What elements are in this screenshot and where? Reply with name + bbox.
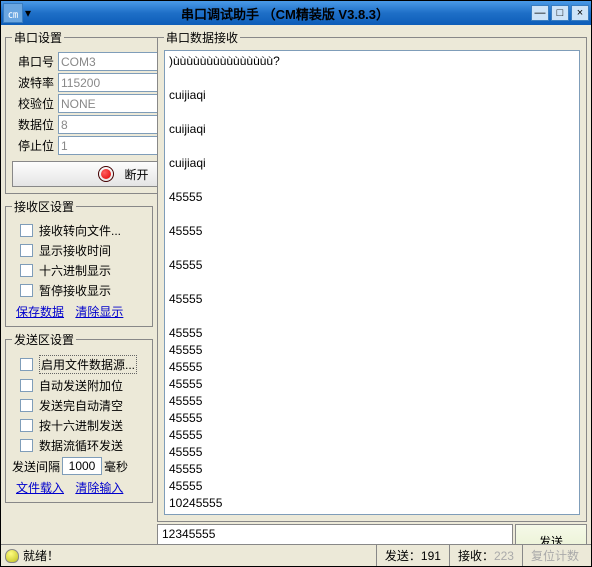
status-ready: 就绪！ bbox=[23, 547, 59, 564]
recv-opt4: 暂停接收显示 bbox=[39, 282, 111, 299]
interval-unit: 毫秒 bbox=[104, 458, 128, 475]
recv-line: 45555 bbox=[169, 342, 575, 359]
baud-label: 波特率 bbox=[12, 74, 54, 91]
recv-line bbox=[169, 274, 575, 291]
hex-display-checkbox[interactable] bbox=[20, 264, 33, 277]
app-icon[interactable]: ㎝ bbox=[3, 3, 23, 23]
minimize-button[interactable]: — bbox=[531, 5, 549, 21]
parity-label: 校验位 bbox=[12, 95, 54, 112]
clear-input-link[interactable]: 清除输入 bbox=[75, 481, 123, 495]
client-area: 串口设置 串口号 ▼ 波特率 ▼ 校验位 ▼ 数据位 ▼ bbox=[1, 25, 591, 544]
recv-textarea[interactable]: )ùùùùùùùùùùùùùùù? cuijiaqi cuijiaqi cuij… bbox=[164, 50, 580, 515]
rx-value: 223 bbox=[494, 549, 514, 563]
recv-line: 45555 bbox=[169, 427, 575, 444]
show-time-checkbox[interactable] bbox=[20, 244, 33, 257]
recv-line: 45555 bbox=[169, 461, 575, 478]
recv-line: 45555 bbox=[169, 359, 575, 376]
close-button[interactable]: × bbox=[571, 5, 589, 21]
serial-legend: 串口设置 bbox=[12, 29, 64, 46]
recv-settings-group: 接收区设置 接收转向文件... 显示接收时间 十六进制显示 暂停接收显示 保存数… bbox=[5, 198, 153, 327]
auto-clear-checkbox[interactable] bbox=[20, 399, 33, 412]
recv-line bbox=[169, 172, 575, 189]
recv-line: cuijiaqi bbox=[169, 155, 575, 172]
tx-value: 191 bbox=[421, 549, 441, 563]
clear-display-link[interactable]: 清除显示 bbox=[75, 305, 123, 319]
recv-line: 45555 bbox=[169, 189, 575, 206]
statusbar: 就绪！ 发送：191 接收：223 复位计数 bbox=[1, 544, 591, 566]
save-data-link[interactable]: 保存数据 bbox=[16, 305, 64, 319]
send-opt1: 启用文件数据源... bbox=[39, 355, 137, 374]
recv-line bbox=[169, 138, 575, 155]
send-settings-group: 发送区设置 启用文件数据源... 自动发送附加位 发送完自动清空 按十六进制发送… bbox=[5, 331, 153, 503]
recv-line bbox=[169, 308, 575, 325]
recv-opt2: 显示接收时间 bbox=[39, 242, 111, 259]
file-source-checkbox[interactable] bbox=[20, 358, 33, 371]
rx-label: 接收： bbox=[458, 547, 494, 564]
data-legend: 串口数据接收 bbox=[164, 29, 240, 46]
recv-line bbox=[169, 240, 575, 257]
send-opt5: 数据流循环发送 bbox=[39, 437, 123, 454]
recv-line: 45555 bbox=[169, 393, 575, 410]
recv-opt1: 接收转向文件... bbox=[39, 222, 121, 239]
recv-to-file-checkbox[interactable] bbox=[20, 224, 33, 237]
recv-line: cuijiaqi bbox=[169, 121, 575, 138]
maximize-button[interactable]: □ bbox=[551, 5, 569, 21]
reset-counter-button[interactable]: 复位计数 bbox=[522, 545, 587, 566]
recv-line: 45555 bbox=[169, 478, 575, 495]
recv-line: 45555 bbox=[169, 410, 575, 427]
recv-line: cuijiaqi bbox=[169, 87, 575, 104]
send-legend: 发送区设置 bbox=[12, 331, 76, 348]
recv-line: 10245555 bbox=[169, 495, 575, 512]
send-opt2: 自动发送附加位 bbox=[39, 377, 123, 394]
recv-line: )ùùùùùùùùùùùùùùù? bbox=[169, 53, 575, 70]
titlebar-dropdown-icon[interactable]: ▾ bbox=[25, 6, 37, 20]
auto-append-checkbox[interactable] bbox=[20, 379, 33, 392]
loop-send-checkbox[interactable] bbox=[20, 439, 33, 452]
send-opt4: 按十六进制发送 bbox=[39, 417, 123, 434]
titlebar: ㎝ ▾ 串口调试助手 （CM精装版 V3.8.3） — □ × bbox=[1, 1, 591, 25]
stopbits-label: 停止位 bbox=[12, 137, 54, 154]
recv-line: 45555 bbox=[169, 444, 575, 461]
bulb-icon bbox=[5, 549, 19, 563]
send-opt3: 发送完自动清空 bbox=[39, 397, 123, 414]
recv-line: 45555 bbox=[169, 257, 575, 274]
hex-send-checkbox[interactable] bbox=[20, 419, 33, 432]
window-title: 串口调试助手 （CM精装版 V3.8.3） bbox=[41, 4, 529, 23]
recv-line: 45555 bbox=[169, 376, 575, 393]
recv-line: 45555 bbox=[169, 291, 575, 308]
pause-recv-checkbox[interactable] bbox=[20, 284, 33, 297]
recv-legend: 接收区设置 bbox=[12, 198, 76, 215]
send-input[interactable]: 12345555 bbox=[157, 524, 513, 544]
interval-input[interactable] bbox=[62, 457, 102, 475]
recv-line: 45555 bbox=[169, 223, 575, 240]
interval-label: 发送间隔 bbox=[12, 458, 60, 475]
recv-opt3: 十六进制显示 bbox=[39, 262, 111, 279]
recv-line bbox=[169, 70, 575, 87]
send-button[interactable]: 发送 bbox=[515, 524, 587, 544]
file-load-link[interactable]: 文件载入 bbox=[16, 481, 64, 495]
port-label: 串口号 bbox=[12, 53, 54, 70]
databits-label: 数据位 bbox=[12, 116, 54, 133]
tx-label: 发送： bbox=[385, 547, 421, 564]
recv-line bbox=[169, 104, 575, 121]
recv-line: 45555 bbox=[169, 325, 575, 342]
recv-line bbox=[169, 206, 575, 223]
main-window: ㎝ ▾ 串口调试助手 （CM精装版 V3.8.3） — □ × 串口设置 串口号… bbox=[0, 0, 592, 567]
record-icon bbox=[98, 166, 114, 182]
data-recv-group: 串口数据接收 )ùùùùùùùùùùùùùùù? cuijiaqi cuijia… bbox=[157, 29, 587, 522]
disconnect-label: 断开 bbox=[124, 166, 148, 183]
